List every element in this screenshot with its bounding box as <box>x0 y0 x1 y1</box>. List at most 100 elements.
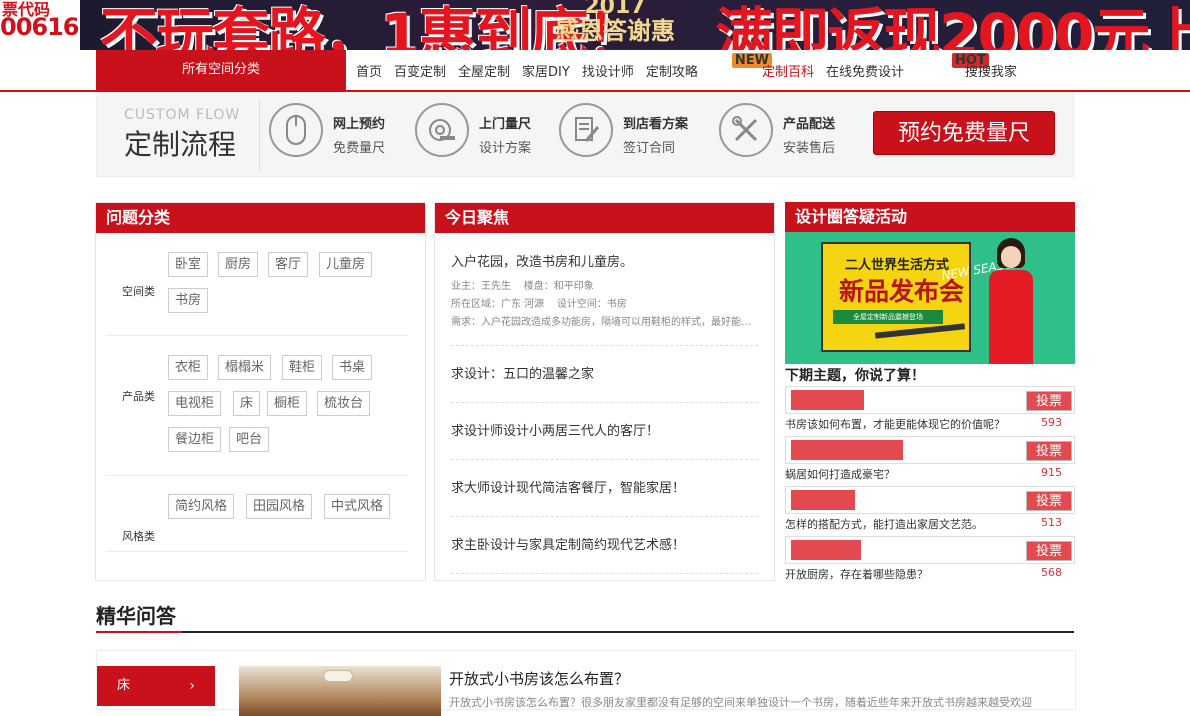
vote-count: 593 <box>1041 416 1062 429</box>
vote-bar-track: 投票 <box>785 386 1075 414</box>
category-group-name: 风格类 <box>122 530 155 543</box>
vote-question: 怎样的搭配方式，能打造出家居文艺范。 <box>785 518 983 531</box>
list-item[interactable]: 求设计师设计小两居三代人的客厅！ <box>451 403 758 460</box>
banner-year-box: 2017 感恩答谢惠 <box>530 0 700 50</box>
ad-stripe: 全屋定制新品震撼登场 <box>833 310 943 324</box>
flow-step-sub: 设计方案 <box>479 141 532 156</box>
flow-title-cn: 定制流程 <box>124 128 237 161</box>
nav-link[interactable]: 首页 <box>356 61 382 80</box>
flow-title-en: CUSTOM FLOW <box>124 107 241 123</box>
main-nav: 所有空间分类 首页 百变定制 全屋定制 家居DIY 找设计师 定制攻略NEW 定制百科 在线免… <box>0 50 1190 92</box>
flow-step-sub: 安装售后 <box>783 141 836 156</box>
tape-measure-icon <box>415 103 469 157</box>
ad-line1: 二人世界生活方式 <box>845 258 950 273</box>
category-tag[interactable]: 餐边柜 <box>168 427 222 452</box>
vote-item: 投票 书房该如何布置，才能更能体现它的价值呢？ 593 <box>785 386 1075 436</box>
list-item[interactable]: 求主卧设计与家具定制简约现代艺术感！ <box>451 517 758 574</box>
category-tag[interactable]: 中式风格 <box>324 494 391 519</box>
focus-featured-item[interactable]: 入户花园，改造书房和儿童房。 业主：王先生 楼盘：和平印象 所在区域：广东 河源… <box>451 233 758 346</box>
vote-progress-bar <box>791 440 903 460</box>
vote-list: 投票 书房该如何布置，才能更能体现它的价值呢？ 593 投票 蜗居如何打造成豪宅？ 915… <box>785 386 1075 586</box>
essence-summary: 开放式小书房该怎么布置？很多朋友家里都没有足够的空间来单独设计一个书房，随着近些… <box>449 696 1032 709</box>
essence-divider <box>96 631 1074 633</box>
list-item[interactable]: 求大师设计现代简洁客餐厅，智能家居！ <box>451 460 758 517</box>
panel-title: 今日聚焦 <box>435 203 774 233</box>
flow-step-sub: 免费量尺 <box>333 141 386 156</box>
category-tag[interactable]: 简约风格 <box>168 494 235 519</box>
category-tag[interactable]: 卧室 <box>168 252 209 277</box>
nav-link[interactable]: 搜搜我家 <box>965 61 1017 80</box>
category-tag[interactable]: 吧台 <box>229 427 270 452</box>
category-tag[interactable]: 梳妆台 <box>317 391 371 416</box>
panel-title: 问题分类 <box>96 203 425 233</box>
category-tag[interactable]: 儿童房 <box>319 252 373 277</box>
flow-step-title: 到店看方案 <box>623 117 689 132</box>
focus-meta-need: 需求：入户花园改造成多功能房，隔墙可以用鞋柜的样式，最好能兼顾书房和儿童房 <box>451 317 758 328</box>
essence-category-tab[interactable]: 床 › <box>97 666 215 706</box>
chevron-right-icon: › <box>189 678 195 694</box>
vote-count: 915 <box>1041 466 1062 479</box>
nav-link[interactable]: 百变定制 <box>394 61 446 80</box>
category-tag[interactable]: 电视柜 <box>168 391 222 416</box>
category-groups: 空间类 卧室 厨房 客厅 儿童房 书房 产品类 衣柜 榻榻米 鞋柜 书桌 电视柜床橱柜 梳妆台 餐边柜 吧台… <box>96 233 425 581</box>
vote-button[interactable]: 投票 <box>1026 541 1072 561</box>
category-tag[interactable]: 鞋柜 <box>282 355 323 380</box>
category-tag[interactable]: 客厅 <box>268 252 309 277</box>
nav-link[interactable]: 找设计师 <box>582 61 634 80</box>
book-free-measure-button[interactable]: 预约免费量尺 <box>873 111 1055 155</box>
category-tag[interactable]: 厨房 <box>218 252 259 277</box>
vote-item: 投票怎样的搭配方式，能打造出家居文艺范。 513 <box>785 486 1075 536</box>
banner-thanks: 感恩答谢惠 <box>555 17 675 45</box>
category-tag[interactable]: 榻榻米 <box>218 355 272 380</box>
custom-flow-bar: CUSTOM FLOW 定制流程 网上预约 免费量尺 上门量尺 设计方案 到店看… <box>96 92 1074 177</box>
vote-title: 下期主题，你说了算！ <box>785 368 925 384</box>
flow-step-title: 产品配送 <box>783 117 836 132</box>
flow-step-sub: 签订合同 <box>623 141 676 156</box>
vote-button[interactable]: 投票 <box>1026 391 1072 411</box>
essence-category-label: 床 <box>117 678 131 693</box>
panel-title: 设计圈答疑活动 <box>785 202 1075 232</box>
essence-question[interactable]: 开放式小书房该怎么布置？ <box>449 668 629 689</box>
category-tag[interactable]: 床 <box>233 391 261 416</box>
nav-link[interactable]: 定制攻略NEW <box>646 52 772 80</box>
vote-count: 513 <box>1041 516 1062 529</box>
flow-step-title: 上门量尺 <box>479 117 532 132</box>
category-tag[interactable]: 书房 <box>168 288 209 313</box>
category-tag[interactable]: 橱柜 <box>267 391 308 416</box>
vote-bar-track: 投票 <box>785 436 1075 464</box>
vote-item: 投票蜗居如何打造成豪宅？ 915 <box>785 436 1075 486</box>
model-figure <box>981 238 1039 364</box>
focus-meta-region: 所在区域：广东 河源 设计空间：书房 <box>451 299 627 310</box>
nav-link[interactable]: 定制百科 <box>762 61 814 80</box>
category-tag[interactable]: 书桌 <box>332 355 373 380</box>
category-group: 风格类 简约风格 田园风格 中式风格 <box>106 476 408 552</box>
banner-year: 2017 <box>584 0 646 19</box>
promo-code-number: 00616 <box>0 13 79 41</box>
nav-link[interactable]: 在线免费设计HOT <box>826 52 989 80</box>
category-group-name: 产品类 <box>122 390 155 403</box>
launch-event-ad[interactable]: 二人世界生活方式 新品发布会 NEW SEASON 全屋定制新品震撼登场 <box>785 232 1075 364</box>
focus-meta-owner: 业主：王先生 楼盘：和平印象 <box>451 281 594 292</box>
nav-link[interactable]: 全屋定制 <box>458 61 510 80</box>
chandelier-icon <box>323 670 353 682</box>
tools-icon <box>719 103 773 157</box>
vote-progress-bar <box>791 390 864 410</box>
nav-links: 首页 百变定制 全屋定制 家居DIY 找设计师 定制攻略NEW 定制百科 在线免费设计HOT 搜… <box>350 50 1023 90</box>
category-tag[interactable]: 田园风格 <box>246 494 313 519</box>
banner-slogan-right: 满即返现2000元上不 <box>715 1 1190 50</box>
flow-divider <box>259 99 260 171</box>
list-item[interactable]: 求设计：五口的温馨之家 <box>451 346 758 403</box>
category-tag[interactable]: 衣柜 <box>168 355 209 380</box>
flow-step-title: 网上预约 <box>333 117 386 132</box>
nav-link[interactable]: 家居DIY <box>522 61 570 80</box>
vote-button[interactable]: 投票 <box>1026 441 1072 461</box>
document-pen-icon <box>559 103 613 157</box>
vote-button[interactable]: 投票 <box>1026 491 1072 511</box>
top-banner[interactable]: 票代码 00616 不玩套路，1惠到底！ 2017 感恩答谢惠 满即返现2000… <box>0 0 1190 50</box>
mouse-icon <box>269 103 323 157</box>
all-categories-button[interactable]: 所有空间分类 <box>96 50 346 90</box>
essence-qa-title: 精华问答 <box>96 604 176 628</box>
vote-question: 蜗居如何打造成豪宅？ <box>785 468 895 481</box>
focus-featured-title[interactable]: 入户花园，改造书房和儿童房。 <box>451 251 758 270</box>
study-room-image[interactable] <box>239 666 441 716</box>
